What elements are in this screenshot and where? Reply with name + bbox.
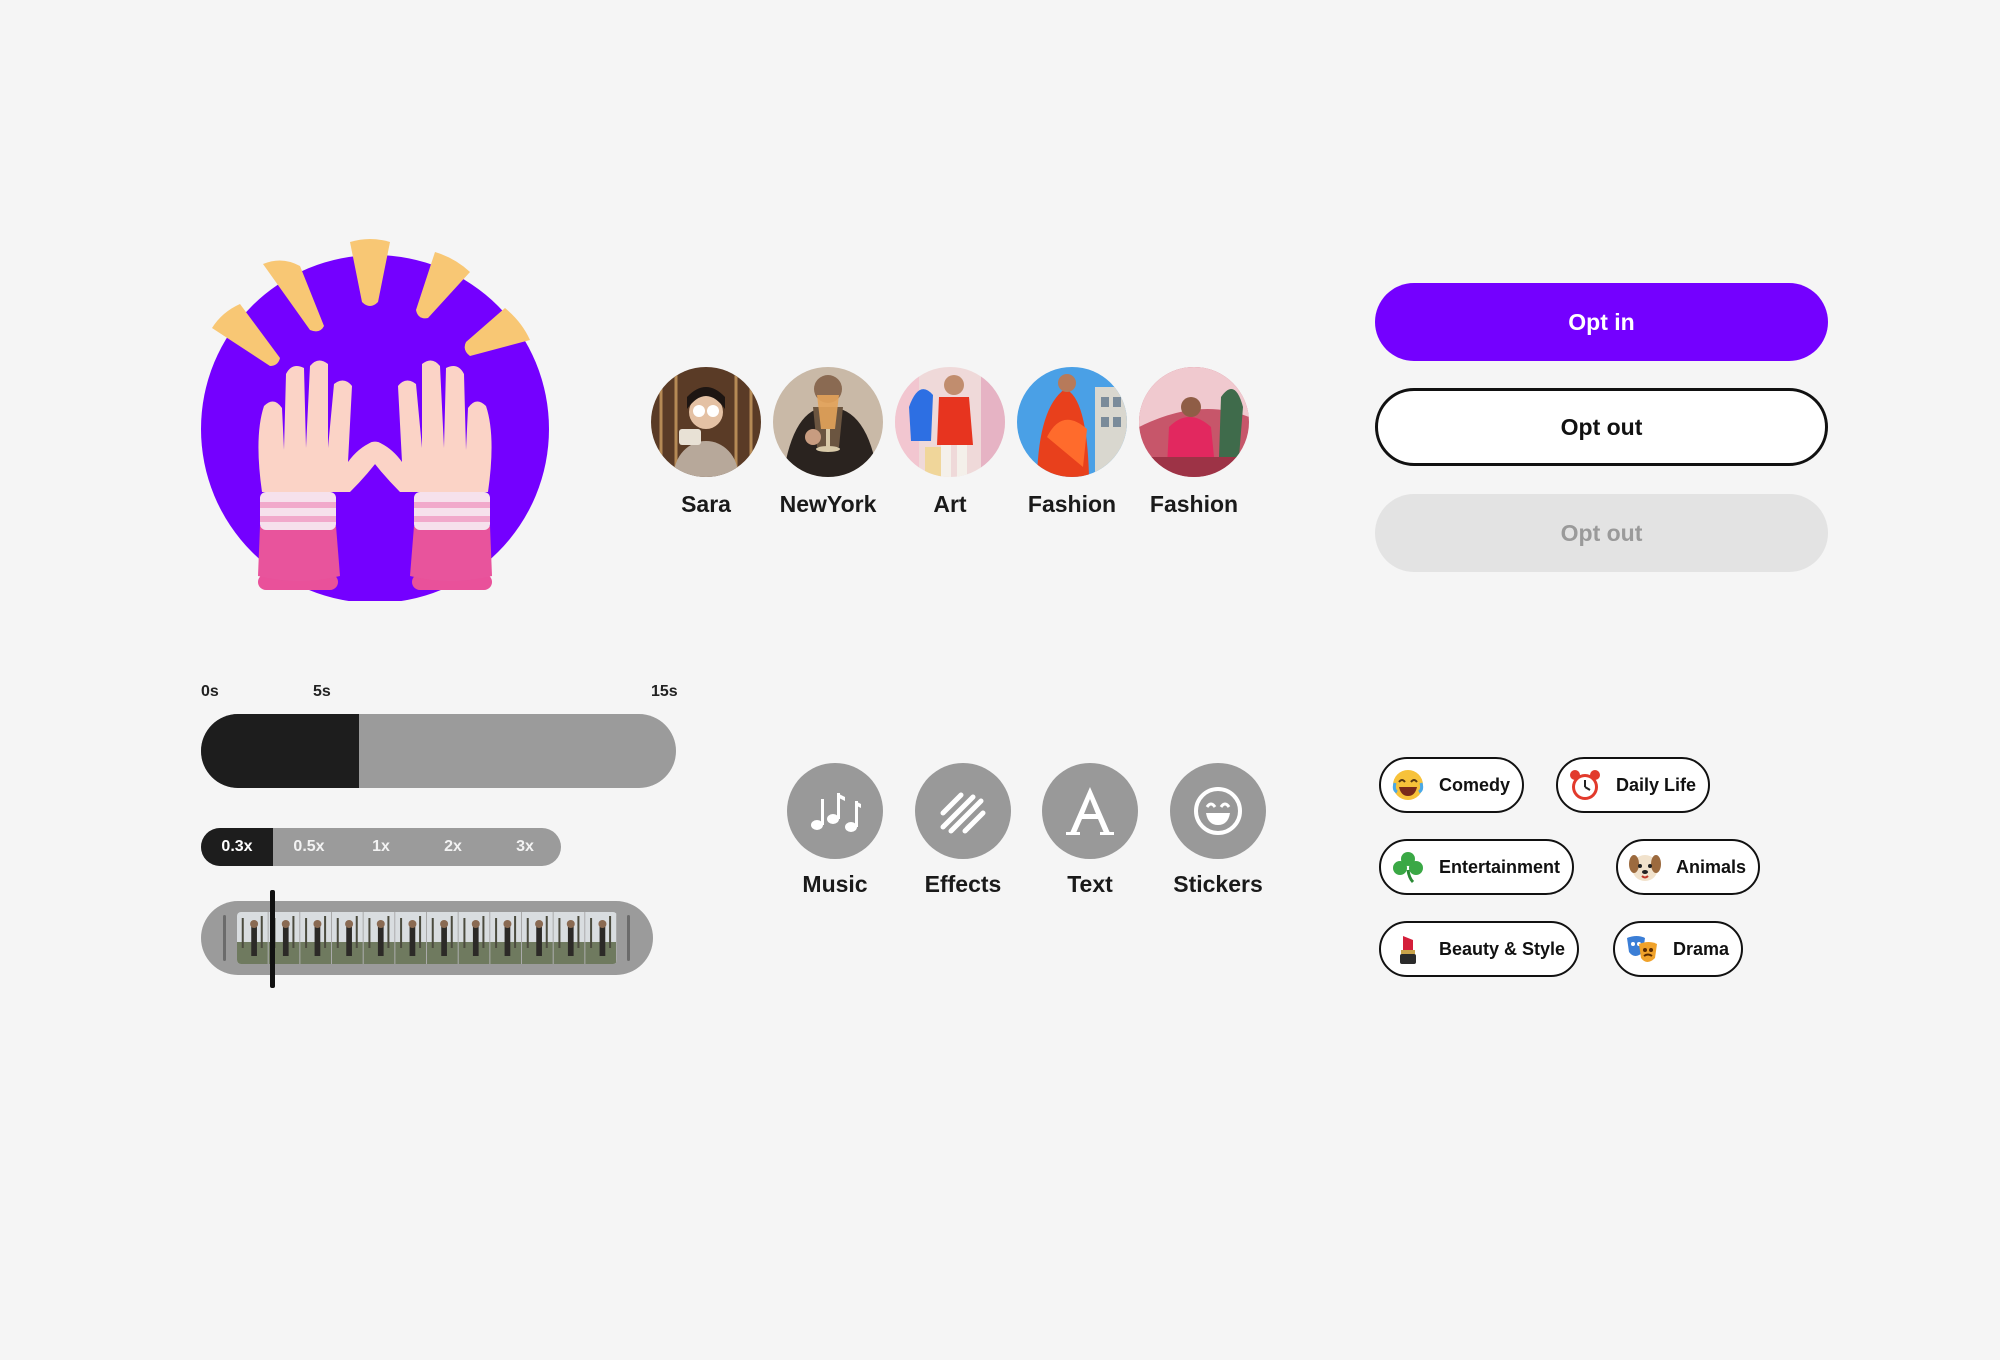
category-chip-beauty-style[interactable]: Beauty & Style (1379, 921, 1580, 977)
video-filmstrip[interactable] (201, 901, 653, 975)
story-newyork[interactable]: NewYork (772, 367, 884, 518)
chip-label: Entertainment (1439, 856, 1561, 877)
story-fashion-2[interactable]: Fashion (1138, 367, 1250, 518)
laughing-face-icon (1392, 770, 1424, 800)
story-label: Fashion (1149, 491, 1239, 517)
speed-selector: 0.3x 0.5x 1x 2x 3x (201, 828, 561, 866)
tool-text[interactable]: Text (1025, 763, 1155, 898)
chip-label: Drama (1673, 938, 1730, 959)
filmstrip-frame (553, 912, 586, 964)
tool-label: Text (1067, 871, 1113, 897)
story-fashion-1[interactable]: Fashion (1016, 367, 1128, 518)
filmstrip-frame (332, 912, 364, 964)
story-avatar[interactable] (651, 367, 761, 477)
opt-out-button[interactable]: Opt out (1375, 388, 1828, 466)
tool-stickers-button[interactable] (1170, 763, 1266, 859)
category-chip-daily-life[interactable]: Daily Life (1556, 757, 1711, 813)
trim-handle-left[interactable] (223, 915, 226, 961)
theater-masks-icon (1627, 936, 1657, 962)
chip-label: Comedy (1439, 774, 1511, 795)
timeline-tick-current: 5s (313, 683, 331, 700)
story-sara[interactable]: Sara (650, 367, 762, 518)
speed-option[interactable]: 1x (345, 828, 417, 866)
tool-label: Stickers (1173, 871, 1263, 897)
tool-label: Music (802, 871, 868, 897)
story-art[interactable]: Art (894, 367, 1006, 518)
tool-effects[interactable]: Effects (898, 763, 1028, 898)
filmstrip-frame (522, 912, 554, 964)
smiley-icon (1194, 787, 1242, 835)
category-chip-animals[interactable]: Animals (1616, 839, 1761, 895)
shamrock-icon (1393, 852, 1423, 884)
filmstrip-frame (427, 912, 459, 964)
dog-face-icon (1629, 855, 1661, 881)
story-avatar[interactable] (773, 367, 883, 477)
effects-stripes-icon (940, 792, 986, 834)
filmstrip-frames (237, 912, 617, 964)
tool-music-button[interactable] (787, 763, 883, 859)
music-notes-icon (811, 793, 861, 832)
playhead[interactable] (270, 890, 275, 988)
filmstrip-frame (395, 912, 427, 964)
filmstrip-frame (458, 912, 491, 964)
filmstrip-frame (237, 912, 269, 964)
speed-option[interactable]: 3x (489, 828, 561, 866)
lipstick-icon (1400, 936, 1416, 964)
opt-out-button-disabled: Opt out (1375, 494, 1828, 572)
category-chip-entertainment[interactable]: Entertainment (1379, 839, 1575, 895)
chip-label: Daily Life (1616, 774, 1697, 795)
raised-hands-illustration (200, 236, 560, 603)
chip-label: Animals (1676, 856, 1747, 877)
tool-text-button[interactable] (1042, 763, 1138, 859)
tool-effects-button[interactable] (915, 763, 1011, 859)
speed-option[interactable]: 0.5x (273, 828, 345, 866)
speed-option[interactable]: 0.3x (201, 828, 273, 866)
filmstrip-frame (585, 912, 617, 964)
recording-progress-fill (201, 714, 360, 788)
tool-label: Effects (924, 871, 1002, 897)
story-avatar[interactable] (1139, 367, 1249, 477)
chip-label: Beauty & Style (1439, 938, 1566, 959)
filmstrip-frame (300, 912, 332, 964)
raised-hands-icon (201, 239, 549, 603)
timeline-tick-start: 0s (201, 683, 219, 700)
speed-option[interactable]: 2x (417, 828, 489, 866)
story-avatar[interactable] (1017, 367, 1127, 477)
story-avatar[interactable] (895, 367, 1005, 477)
filmstrip-frame (490, 912, 522, 964)
tool-music[interactable]: Music (770, 763, 900, 898)
text-a-icon (1066, 787, 1114, 835)
category-chip-drama[interactable]: Drama (1613, 921, 1744, 977)
filmstrip-frame (363, 912, 396, 964)
alarm-clock-icon (1570, 770, 1600, 800)
opt-in-button[interactable]: Opt in (1375, 283, 1828, 361)
recording-progress-bar[interactable] (201, 714, 676, 788)
tool-stickers[interactable]: Stickers (1153, 763, 1283, 898)
timeline-tick-end: 15s (651, 683, 678, 700)
trim-handle-right[interactable] (627, 915, 630, 961)
category-chip-comedy[interactable]: Comedy (1379, 757, 1525, 813)
